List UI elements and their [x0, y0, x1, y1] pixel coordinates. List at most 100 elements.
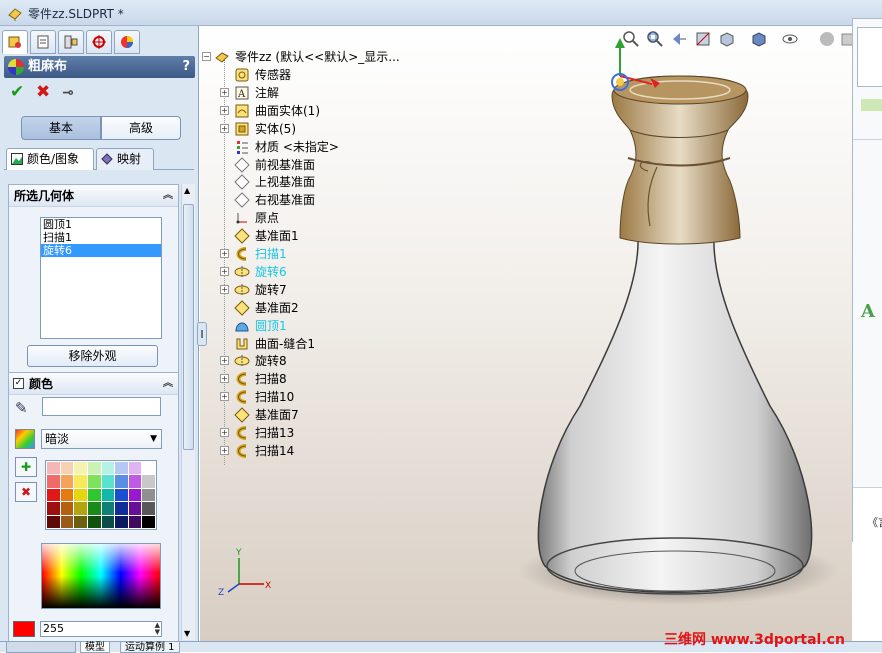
expand-toggle-icon[interactable]: +	[220, 356, 229, 366]
edit-appearance-icon[interactable]	[818, 30, 836, 48]
previous-view-icon[interactable]	[670, 30, 688, 48]
color-swatch[interactable]	[87, 488, 101, 502]
collapse-toggle-icon[interactable]: −	[202, 52, 211, 61]
feature-manager-tab[interactable]	[2, 30, 28, 54]
tab-nav-arrows[interactable]	[6, 642, 76, 653]
apply-scene-icon[interactable]	[840, 30, 852, 48]
eyedropper-icon[interactable]: ✎	[15, 399, 28, 417]
color-swatch[interactable]	[74, 488, 87, 502]
color-swatch[interactable]	[60, 462, 74, 475]
expand-toggle-icon[interactable]: +	[220, 105, 229, 115]
color-swatch[interactable]	[101, 488, 115, 502]
color-spectrum[interactable]	[41, 543, 161, 609]
tab-color-image[interactable]: 颜色/图象	[6, 148, 94, 170]
color-swatch[interactable]	[87, 515, 101, 528]
color-swatch[interactable]	[115, 502, 128, 515]
color-swatch[interactable]	[128, 515, 142, 528]
panel-scrollbar[interactable]: ▲ ▼	[181, 184, 195, 640]
scroll-up-icon[interactable]: ▲	[184, 186, 190, 195]
color-swatch[interactable]	[101, 462, 115, 475]
color-swatch[interactable]	[142, 475, 155, 488]
color-swatch[interactable]	[128, 462, 142, 475]
zoom-to-fit-icon[interactable]	[622, 30, 640, 48]
color-swatch[interactable]	[74, 475, 87, 488]
geometry-list-item[interactable]: 扫描1	[41, 231, 161, 244]
bottle-model[interactable]	[200, 26, 852, 641]
dimxpert-manager-tab[interactable]	[86, 30, 112, 54]
ok-icon[interactable]: ✔	[10, 82, 24, 102]
collapse-chevron-icon[interactable]: ︽	[163, 185, 173, 207]
cancel-icon[interactable]: ✖	[36, 82, 50, 102]
geometry-list-item[interactable]: 旋转6	[41, 244, 161, 257]
color-swatch[interactable]	[101, 515, 115, 528]
color-swatch[interactable]	[47, 488, 60, 502]
lighting-select[interactable]: 暗淡 ▼	[41, 429, 162, 449]
color-swatch[interactable]	[128, 488, 142, 502]
hide-show-items-icon[interactable]	[782, 30, 800, 48]
scroll-down-icon[interactable]: ▼	[184, 629, 190, 638]
color-swatch[interactable]	[115, 462, 128, 475]
tab-mapping[interactable]: 映射	[96, 148, 154, 170]
property-manager-tab[interactable]	[30, 30, 56, 54]
remove-appearance-button[interactable]: 移除外观	[27, 345, 158, 367]
color-swatch[interactable]	[128, 475, 142, 488]
geometry-listbox[interactable]: 圆顶1 扫描1 旋转6	[40, 217, 162, 339]
basic-mode-button[interactable]: 基本	[21, 116, 101, 140]
panel-splitter-handle[interactable]: ‖	[197, 322, 207, 346]
color-group-title[interactable]: ✓ 颜色 ︽	[9, 373, 178, 395]
color-swatch[interactable]	[87, 475, 101, 488]
pushpin-icon[interactable]: ⊸	[62, 83, 74, 103]
expand-toggle-icon[interactable]: +	[220, 374, 229, 384]
graphics-viewport[interactable]: Y X Z	[200, 26, 852, 641]
expand-toggle-icon[interactable]: +	[220, 266, 229, 276]
color-swatches[interactable]	[45, 460, 157, 530]
selected-geometry-title[interactable]: 所选几何体 ︽	[9, 185, 178, 207]
zoom-to-area-icon[interactable]	[646, 30, 664, 48]
expand-toggle-icon[interactable]: +	[220, 392, 229, 402]
color-swatch[interactable]	[60, 502, 74, 515]
collapse-chevron-icon[interactable]: ︽	[163, 373, 173, 395]
display-manager-tab[interactable]	[114, 30, 140, 54]
view-orientation-icon[interactable]	[718, 30, 736, 48]
scrollbar-thumb[interactable]	[183, 204, 194, 450]
color-palette-icon[interactable]	[15, 429, 35, 449]
color-swatch[interactable]	[87, 462, 101, 475]
color-swatch[interactable]	[47, 462, 60, 475]
expand-toggle-icon[interactable]: +	[220, 123, 229, 133]
expand-toggle-icon[interactable]: +	[220, 428, 229, 437]
configuration-manager-tab[interactable]	[58, 30, 84, 54]
tab-motion-study[interactable]: 运动算例 1	[120, 642, 180, 653]
color-swatch[interactable]	[60, 515, 74, 528]
color-swatch[interactable]	[47, 515, 60, 528]
color-swatch[interactable]	[115, 475, 128, 488]
color-swatch[interactable]	[142, 515, 155, 528]
display-style-icon[interactable]	[750, 30, 768, 48]
geometry-list-item[interactable]: 圆顶1	[41, 218, 161, 231]
tab-model[interactable]: 模型	[80, 642, 110, 653]
color-checkbox[interactable]: ✓	[13, 378, 24, 389]
color-swatch[interactable]	[142, 502, 155, 515]
color-swatch[interactable]	[101, 475, 115, 488]
color-swatch[interactable]	[74, 515, 87, 528]
expand-toggle-icon[interactable]: +	[220, 445, 229, 455]
add-swatch-icon[interactable]: ✚	[15, 457, 37, 477]
color-swatch[interactable]	[74, 462, 87, 475]
color-swatch[interactable]	[142, 488, 155, 502]
color-swatch[interactable]	[47, 475, 60, 488]
color-swatch[interactable]	[60, 488, 74, 502]
color-swatch[interactable]	[47, 502, 60, 515]
color-swatch[interactable]	[142, 462, 155, 475]
remove-swatch-icon[interactable]: ✖	[15, 482, 37, 502]
color-swatch[interactable]	[115, 515, 128, 528]
help-button[interactable]: ?	[182, 56, 190, 78]
expand-toggle-icon[interactable]: +	[220, 284, 229, 294]
expand-toggle-icon[interactable]: +	[220, 87, 229, 97]
color-name-input[interactable]	[42, 397, 161, 416]
color-swatch[interactable]	[128, 502, 142, 515]
color-swatch[interactable]	[60, 475, 74, 488]
color-swatch[interactable]	[74, 502, 87, 515]
spinner-icon[interactable]: ▲ ▼	[155, 622, 160, 636]
color-swatch[interactable]	[87, 502, 101, 515]
advanced-mode-button[interactable]: 高级	[101, 116, 181, 140]
color-swatch[interactable]	[101, 502, 115, 515]
